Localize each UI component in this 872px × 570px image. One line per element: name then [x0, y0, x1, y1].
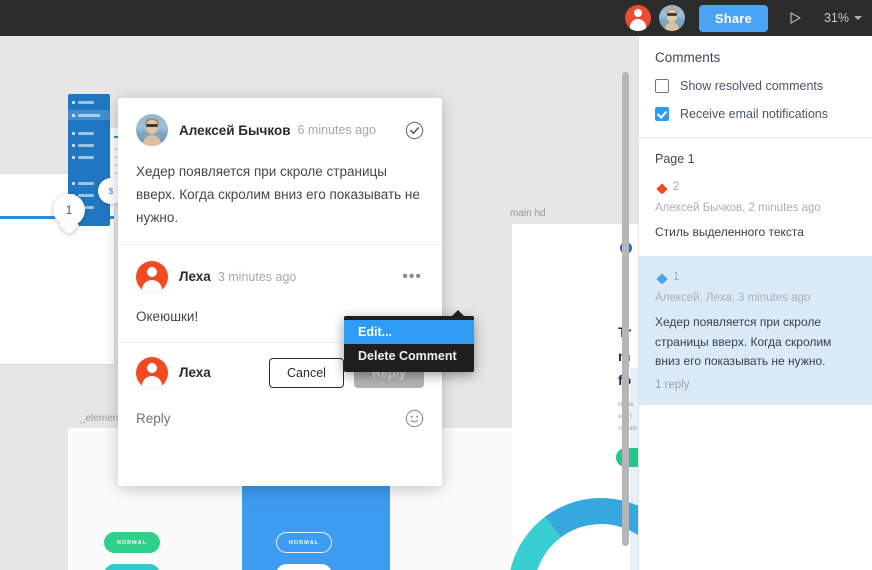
reply-author: Леха — [179, 365, 211, 381]
context-menu-item-delete[interactable]: Delete Comment — [344, 344, 474, 368]
artboard-label-main-hd[interactable]: main hd — [510, 208, 546, 219]
pin-tail — [655, 183, 668, 195]
avatar-sunglasses — [666, 13, 677, 16]
avatar-head — [666, 10, 677, 22]
checkbox-row-show-resolved[interactable]: Show resolved comments — [639, 79, 872, 93]
comment-header: Алексей Бычков 6 minutes ago — [136, 114, 424, 146]
top-toolbar: Share 31% — [0, 0, 872, 36]
comments-sidebar-panel: Comments Show resolved comments Receive … — [638, 36, 872, 570]
app-window: Share 31% Featur ...ware gify prospering… — [0, 0, 872, 570]
mockup-row — [78, 114, 100, 117]
play-triangle-icon[interactable] — [786, 9, 804, 27]
pin-marker-icon — [655, 268, 668, 286]
check-circle-icon[interactable] — [405, 121, 424, 140]
avatar-sunglasses — [146, 124, 158, 127]
avatar-head — [146, 120, 158, 134]
thread-text: Хедер появляется при скроле страницы вве… — [655, 315, 832, 369]
show-resolved-checkbox[interactable] — [655, 79, 669, 93]
pin-tail — [655, 273, 668, 286]
show-resolved-label: Show resolved comments — [680, 79, 824, 93]
comment-text: Хедер появляется при скроле страницы вве… — [136, 164, 420, 226]
thread-header: 1 — [655, 268, 856, 286]
smiley-icon[interactable] — [405, 409, 424, 428]
comment-author: Алексей Бычков — [179, 122, 291, 138]
avatar-body — [142, 279, 162, 293]
avatar-body — [142, 375, 162, 389]
avatar-body — [143, 135, 161, 146]
mockup-icon — [72, 132, 75, 135]
mockup-row — [78, 182, 94, 185]
mockup-icon — [72, 101, 75, 104]
mockup-icon — [72, 144, 75, 147]
canvas-pin-marker-1[interactable]: 1 — [53, 194, 85, 235]
thread-number: 2 — [673, 180, 680, 193]
comment-timestamp: 3 minutes ago — [217, 269, 297, 284]
thread-meta: Алексей Бычков, 2 minutes ago — [655, 202, 821, 214]
mockup-icon — [72, 156, 75, 159]
reply-input[interactable] — [136, 410, 405, 426]
avatar — [136, 356, 168, 389]
email-notifications-label: Receive email notifications — [680, 107, 828, 121]
avatar-user-red[interactable] — [624, 5, 651, 31]
zoom-level-value: 31% — [823, 11, 849, 25]
comment-header: Леха 3 minutes ago ••• — [136, 260, 424, 293]
comment-context-menu: Edit... Delete Comment — [344, 310, 474, 372]
context-menu-item-edit[interactable]: Edit... — [344, 320, 474, 344]
avatar-body — [629, 19, 646, 31]
share-button[interactable]: Share — [698, 4, 768, 32]
comment-author: Леха — [179, 269, 211, 285]
chevron-down-icon — [854, 16, 862, 20]
reply-input-row — [136, 409, 424, 428]
pin-marker-icon — [655, 178, 668, 195]
mockup-row — [78, 101, 94, 104]
canvas-vertical-scrollbar[interactable] — [622, 72, 629, 546]
avatar-head — [147, 266, 157, 277]
cancel-button[interactable]: Cancel — [269, 357, 344, 388]
thread-header: 2 — [655, 178, 856, 195]
pill-active-teal[interactable]: ACTIVE — [104, 564, 160, 570]
mockup-row — [78, 156, 94, 159]
avatar-head — [147, 362, 157, 373]
mockup-row — [78, 132, 94, 135]
pill-normal-ghost[interactable]: NORMAL — [276, 532, 332, 553]
panel-title: Comments — [655, 50, 721, 65]
comment-thread-popup: Алексей Бычков 6 minutes ago Хедер появл… — [118, 98, 442, 486]
comment-item-1: Алексей Бычков 6 minutes ago Хедер появл… — [118, 98, 442, 245]
pill-normal-green[interactable]: NORMAL — [104, 532, 160, 553]
comment-timestamp: 6 minutes ago — [297, 123, 377, 137]
avatar-body — [664, 22, 679, 31]
thread-meta: Алексей, Леха, 3 minutes ago — [655, 292, 811, 305]
avatar — [136, 114, 168, 146]
page-label: Page 1 — [655, 152, 695, 166]
checkbox-row-email-notifications[interactable]: Receive email notifications — [639, 107, 872, 121]
avatar-head — [633, 9, 642, 17]
thread-reply-count[interactable]: 1 reply — [655, 379, 856, 391]
thread-item-2[interactable]: 2 Алексей Бычков, 2 minutes ago Стиль вы… — [639, 166, 872, 256]
mockup-row — [78, 144, 94, 147]
avatar-user-photo[interactable] — [658, 5, 685, 31]
mockup-icon — [72, 182, 75, 185]
thread-number: 1 — [673, 270, 680, 283]
pill-active-white[interactable]: ACTIVE — [276, 564, 332, 570]
avatar — [136, 260, 168, 293]
mockup-icon — [72, 114, 75, 117]
thread-text: Стиль выделенного текста — [655, 225, 804, 239]
context-menu-arrow — [452, 310, 464, 316]
thread-item-1[interactable]: 1 Алексей, Леха, 3 minutes ago Хедер поя… — [639, 256, 872, 405]
ellipsis-icon[interactable]: ••• — [400, 268, 424, 284]
email-notifications-checkbox[interactable] — [655, 107, 669, 121]
zoom-level-dropdown[interactable]: 31% — [824, 11, 862, 25]
